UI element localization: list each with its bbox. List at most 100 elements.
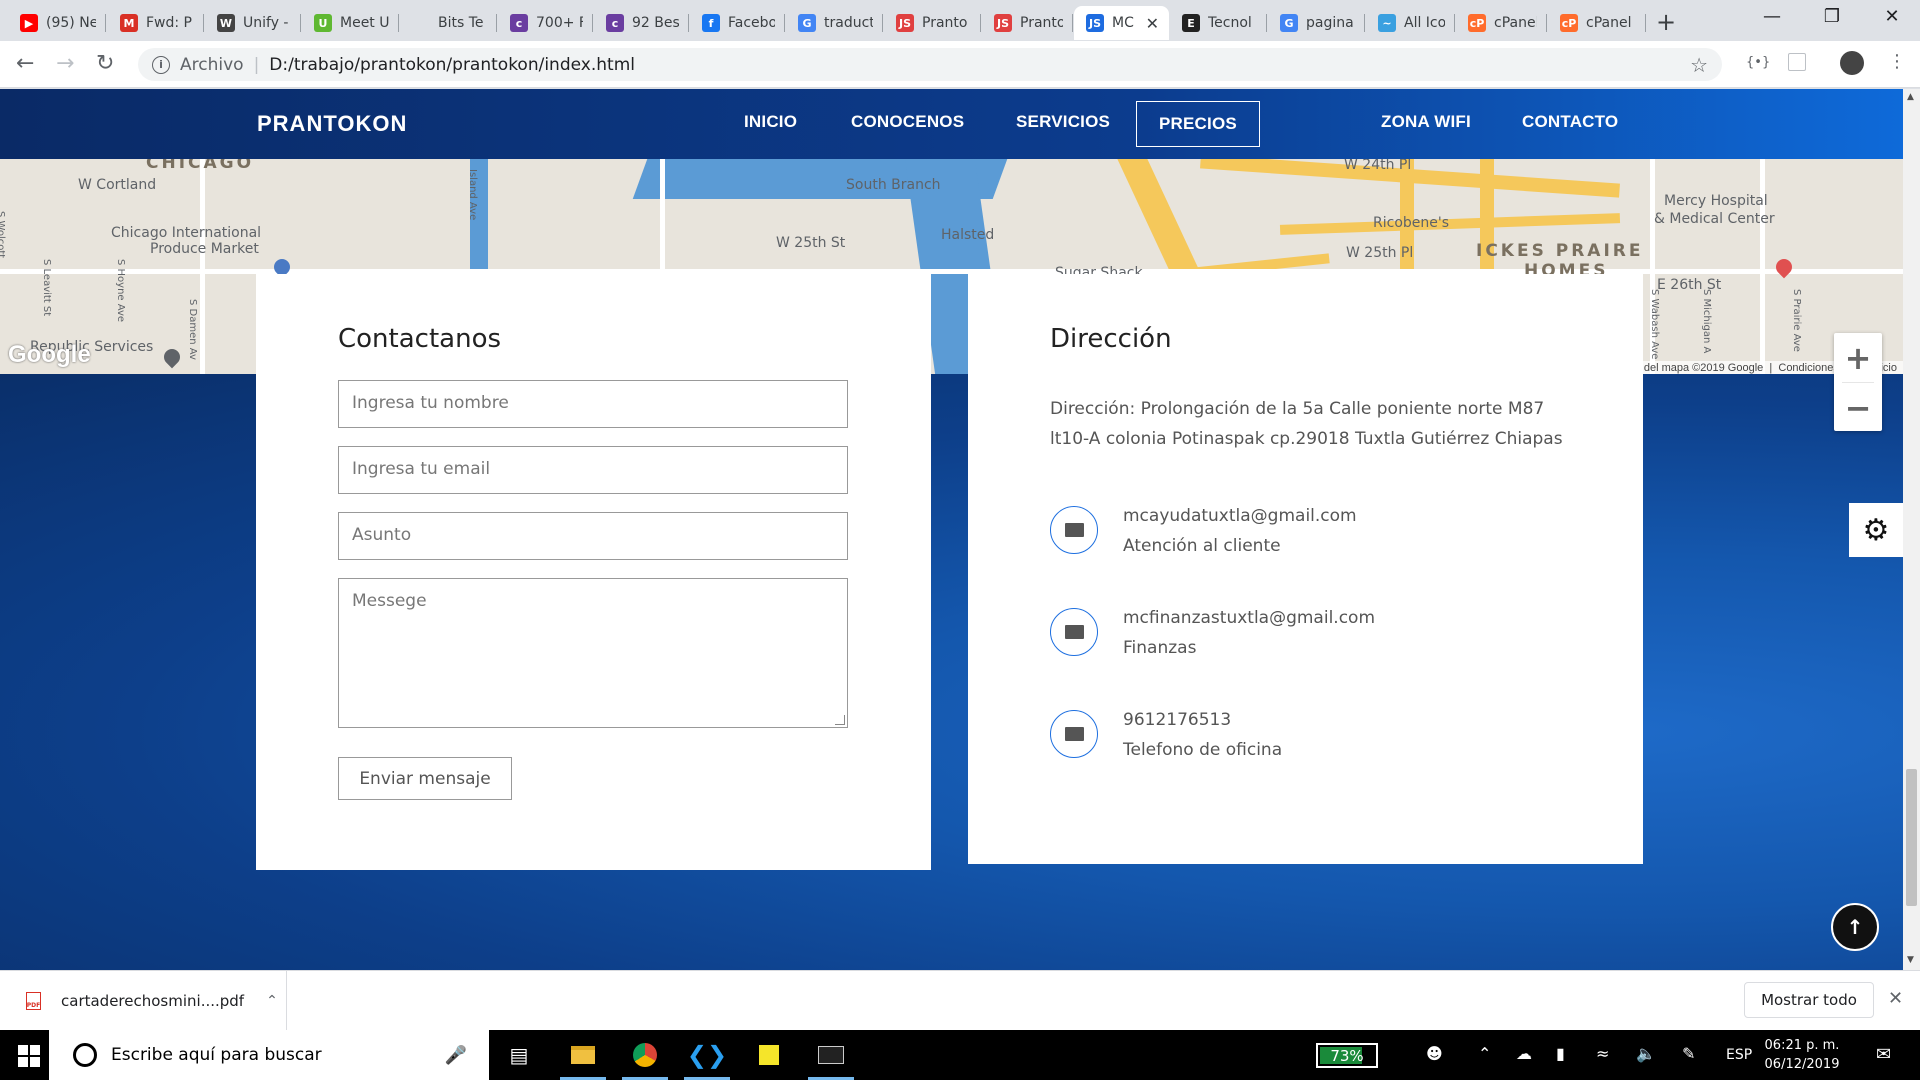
battery-indicator[interactable]: 73% [1316,1043,1378,1068]
browser-toolbar: ← → ↻ i Archivo | D:/trabajo/prantokon/p… [0,41,1920,88]
contact-value[interactable]: mcayudatuxtla@gmail.com [1123,506,1357,526]
google-logo[interactable]: Google [8,341,91,369]
browser-tab[interactable]: U Meet U [302,6,399,40]
browser-tab[interactable]: ~ All Icor [1366,6,1455,40]
close-download-bar-icon[interactable]: ✕ [1888,988,1903,1009]
minimize-icon[interactable]: — [1742,6,1802,27]
message-textarea[interactable]: Messege [338,578,848,728]
menu-dots-icon[interactable]: ⋮ [1888,51,1906,72]
browser-tab[interactable]: M Fwd: P [108,6,204,40]
map-label: W 24th Pl [1344,159,1412,173]
battery-icon[interactable]: ▮ [1556,1044,1565,1063]
zoom-out-button[interactable]: − [1834,383,1882,432]
map-label: Halsted [941,227,995,243]
pen-icon[interactable]: ✎ [1682,1044,1695,1063]
browser-tab[interactable]: ▶ (95) Ne [8,6,106,40]
browser-tab[interactable]: cP cPanel [1548,6,1646,40]
tab-separator [300,14,301,32]
notifications-icon[interactable]: ✉ [1876,1044,1891,1065]
subject-input[interactable]: Asunto [338,512,848,560]
tab-title: cPanel [1586,15,1632,31]
map-label: W 25th Pl [1346,245,1414,261]
show-all-downloads-button[interactable]: Mostrar todo [1744,982,1874,1018]
browser-tab[interactable]: c 700+ F [498,6,593,40]
task-view-icon[interactable]: ▤ [490,1030,548,1080]
extension-json-icon[interactable]: {•} [1746,55,1770,70]
contact-value[interactable]: 9612176513 [1123,710,1231,730]
name-input[interactable]: Ingresa tu nombre [338,380,848,428]
browser-tab[interactable]: Gtraduct [786,6,883,40]
new-tab-button[interactable]: + [1656,8,1676,36]
maximize-icon[interactable]: ❐ [1802,6,1862,27]
file-explorer-icon[interactable] [554,1030,612,1080]
onedrive-icon[interactable]: ☁ [1516,1044,1532,1063]
reload-icon[interactable]: ↻ [96,51,114,76]
nav-link[interactable]: CONTACTO [1522,112,1618,132]
browser-tab[interactable]: JS Pranto [884,6,981,40]
browser-tab[interactable]: cP cPanel [1456,6,1547,40]
nav-link[interactable]: SERVICIOS [1016,112,1110,132]
tab-title: 700+ F [536,15,583,31]
contact-value[interactable]: mcfinanzastuxtla@gmail.com [1123,608,1375,628]
map-label: Mercy Hospital [1664,193,1768,209]
chrome-icon[interactable] [616,1030,674,1080]
zoom-in-button[interactable]: + [1834,333,1882,382]
tab-favicon-icon: f [702,14,720,32]
scroll-to-top-button[interactable]: ↑ [1831,903,1879,951]
microphone-icon[interactable]: 🎤 [445,1045,467,1066]
taskbar-search-box[interactable]: Escribe aquí para buscar 🎤 [49,1030,489,1080]
nav-link[interactable]: PRECIOS [1136,101,1260,147]
browser-tab[interactable]: c 92 Bes [594,6,689,40]
bookmark-star-icon[interactable]: ☆ [1690,53,1708,77]
sticky-notes-icon[interactable] [740,1030,798,1080]
tab-title: Pranto [922,15,968,31]
tab-favicon-icon: cP [1468,14,1486,32]
browser-tab[interactable]: Bits Te [400,6,497,40]
people-icon[interactable]: ☻ [1426,1044,1443,1063]
info-icon[interactable]: i [152,55,170,74]
nav-link[interactable]: ZONA WIFI [1381,112,1471,132]
back-arrow-icon[interactable]: ← [16,51,34,76]
wifi-icon[interactable]: ≈ [1596,1044,1609,1063]
chevron-up-icon[interactable]: ⌃ [266,993,278,1009]
download-item[interactable]: PDF cartaderechosmini....pdf ⌃ [0,971,287,1031]
browser-tab[interactable]: E Tecnol [1170,6,1267,40]
browser-tab[interactable]: W Unify - [205,6,301,40]
scroll-up-icon[interactable]: ▲ [1907,92,1914,102]
close-window-icon[interactable]: ✕ [1862,6,1920,27]
language-indicator[interactable]: ESP [1726,1047,1752,1063]
tab-separator [688,14,689,32]
send-message-button[interactable]: Enviar mensaje [338,757,512,800]
nav-link[interactable]: INICIO [744,112,797,132]
vscode-icon[interactable]: ❮❯ [678,1030,736,1080]
extension-box-icon[interactable] [1788,53,1806,71]
browser-tab[interactable]: JS MC ✕ [1074,6,1169,40]
taskbar-clock[interactable]: 06:21 p. m. 06/12/2019 [1758,1036,1846,1074]
browser-tab[interactable]: JS Pranto [982,6,1073,40]
tab-close-icon[interactable]: ✕ [1146,14,1159,33]
address-bar[interactable]: i Archivo | D:/trabajo/prantokon/prantok… [138,48,1722,81]
profile-avatar[interactable] [1840,51,1864,75]
tab-separator [784,14,785,32]
page-scrollbar[interactable]: ▲ ▼ [1903,89,1920,970]
resize-handle[interactable] [835,715,845,725]
windows-start-icon[interactable] [18,1045,40,1067]
forward-arrow-icon[interactable]: → [56,51,74,76]
scroll-down-icon[interactable]: ▼ [1907,955,1914,965]
gear-icon[interactable]: ⚙ [1849,503,1903,557]
clock-date: 06/12/2019 [1764,1057,1840,1072]
chevron-up-icon[interactable]: ⌃ [1478,1044,1491,1063]
email-input[interactable]: Ingresa tu email [338,446,848,494]
tab-separator [1072,14,1073,32]
nav-link[interactable]: CONOCENOS [851,112,964,132]
tab-separator [1266,14,1267,32]
scrollbar-thumb[interactable] [1906,769,1917,906]
tab-favicon-icon: E [1182,14,1200,32]
terminal-icon[interactable] [802,1030,860,1080]
site-brand-logo[interactable]: PRANTOKON [257,111,407,137]
browser-tab[interactable]: Gpagina [1268,6,1365,40]
battery-percent: 73% [1330,1046,1364,1065]
tab-title: pagina [1306,15,1354,31]
browser-tab[interactable]: f Facebo [690,6,785,40]
volume-icon[interactable]: 🔈 [1636,1044,1656,1063]
